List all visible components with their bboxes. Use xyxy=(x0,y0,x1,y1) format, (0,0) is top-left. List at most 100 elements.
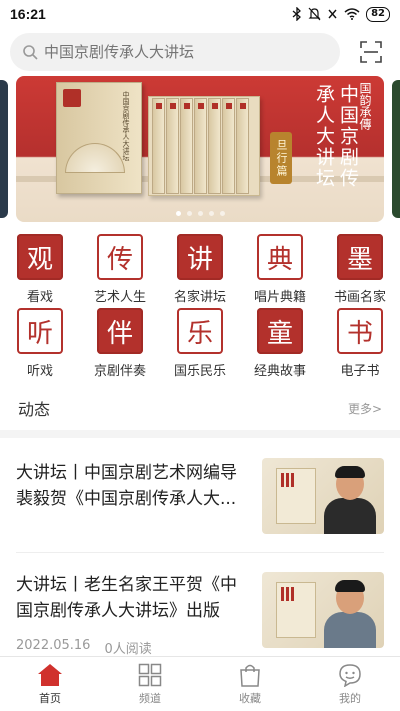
nav-profile[interactable]: 我的 xyxy=(300,657,400,711)
watch-seal-icon: 观 xyxy=(17,234,63,280)
book-spine xyxy=(194,98,207,194)
search-icon xyxy=(23,45,38,60)
category-label: 唱片典籍 xyxy=(253,290,306,305)
news-meta: 2022.05.16 0人阅读 xyxy=(16,638,248,657)
scan-icon xyxy=(360,41,382,63)
search-input[interactable] xyxy=(44,43,324,61)
battery-level: 82 xyxy=(371,8,385,19)
category-label: 艺术人生 xyxy=(93,290,146,305)
listen-seal-icon: 听 xyxy=(17,308,63,354)
banner-slide[interactable]: 中国京剧传承人大讲坛 旦行篇 中国京剧传承人大讲坛 国韵承傳 xyxy=(16,76,384,222)
thumb-book-image xyxy=(276,582,316,638)
category-watch-opera[interactable]: 观 看戏 xyxy=(0,232,80,306)
book-spine xyxy=(222,98,235,194)
nav-favorites[interactable]: 收藏 xyxy=(200,657,300,711)
ink-seal-icon: 墨 xyxy=(337,234,383,280)
carousel-dot[interactable] xyxy=(219,211,225,216)
wifi-icon xyxy=(344,8,360,20)
thumb-person-image xyxy=(322,578,378,648)
thumb-book-image xyxy=(276,468,316,524)
child-seal-icon: 童 xyxy=(257,308,303,354)
nav-home[interactable]: 首页 xyxy=(0,657,100,711)
battery-icon: 82 xyxy=(366,6,390,22)
sim-off-icon xyxy=(328,9,337,19)
status-bar: 16:21 82 xyxy=(0,0,400,28)
banner-title: 中国京剧传承人大讲坛 xyxy=(313,84,359,189)
search-row xyxy=(0,30,400,74)
nav-channels[interactable]: 频道 xyxy=(100,657,200,711)
status-time: 16:21 xyxy=(10,6,46,22)
classic-seal-icon: 典 xyxy=(257,234,303,280)
banner-book-cover: 中国京剧传承人大讲坛 xyxy=(56,82,142,194)
home-icon xyxy=(38,663,62,686)
banner-next-peek xyxy=(392,80,400,218)
carousel-dot[interactable] xyxy=(175,211,181,216)
category-grid: 观 看戏 传 艺术人生 讲 名家讲坛 典 唱片典籍 墨 书画名家 听 听戏 伴 … xyxy=(0,232,400,382)
category-label: 名家讲坛 xyxy=(173,290,226,305)
lecture-seal-icon: 讲 xyxy=(177,234,223,280)
category-label: 国乐民乐 xyxy=(173,364,226,379)
banner-logo: 国韵承傳 xyxy=(358,82,372,130)
book-spine xyxy=(208,98,221,194)
category-label: 京剧伴奏 xyxy=(93,364,146,379)
more-link[interactable]: 更多> xyxy=(348,400,382,417)
news-reads: 0人阅读 xyxy=(104,642,152,657)
category-label: 书画名家 xyxy=(333,290,386,305)
category-master-lecture[interactable]: 讲 名家讲坛 xyxy=(160,232,240,306)
thumb-person-image xyxy=(322,464,378,534)
carousel-dot[interactable] xyxy=(197,211,203,216)
banner-tag: 旦行篇 xyxy=(270,132,292,184)
search-bar[interactable] xyxy=(10,33,340,71)
news-separator xyxy=(16,552,384,553)
scan-button[interactable] xyxy=(358,39,384,65)
category-records[interactable]: 典 唱片典籍 xyxy=(240,232,320,306)
category-label: 电子书 xyxy=(340,364,380,379)
accompany-seal-icon: 伴 xyxy=(97,308,143,354)
feed-header: 动态 更多> xyxy=(0,386,400,430)
category-label: 看戏 xyxy=(26,290,53,305)
profile-icon xyxy=(339,663,361,687)
category-accompaniment[interactable]: 伴 京剧伴奏 xyxy=(80,306,160,382)
legacy-seal-icon: 传 xyxy=(97,234,143,280)
banner-prev-peek xyxy=(0,80,8,218)
news-date: 2022.05.16 xyxy=(16,638,91,653)
nav-label: 我的 xyxy=(339,691,361,705)
book-spine xyxy=(236,98,249,194)
section-title: 动态 xyxy=(18,400,51,419)
music-seal-icon: 乐 xyxy=(177,308,223,354)
news-item[interactable]: 大讲坛丨中国京剧艺术网编导裴毅贺《中国京剧传承人大... xyxy=(0,458,400,534)
nav-label: 收藏 xyxy=(239,691,261,705)
carousel-dots xyxy=(16,211,384,216)
category-calligraphy[interactable]: 墨 书画名家 xyxy=(320,232,400,306)
category-label: 听戏 xyxy=(26,364,53,379)
mute-icon xyxy=(308,7,321,21)
status-icons: 82 xyxy=(292,6,390,22)
news-thumbnail xyxy=(262,458,384,534)
carousel-dot[interactable] xyxy=(208,211,214,216)
news-title: 大讲坛丨中国京剧艺术网编导裴毅贺《中国京剧传承人大... xyxy=(16,463,237,509)
nav-label: 频道 xyxy=(139,691,161,705)
category-label: 经典故事 xyxy=(253,364,306,379)
book-seal-icon: 书 xyxy=(337,308,383,354)
book-seal-icon xyxy=(63,89,81,107)
book-spine xyxy=(152,98,165,194)
bag-icon xyxy=(240,664,260,687)
book-spine xyxy=(166,98,179,194)
news-item[interactable]: 大讲坛丨老生名家王平贺《中国京剧传承人大讲坛》出版 2022.05.16 0人阅… xyxy=(0,572,400,657)
category-ebooks[interactable]: 书 电子书 xyxy=(320,306,400,382)
section-divider xyxy=(0,430,400,438)
news-text: 大讲坛丨老生名家王平贺《中国京剧传承人大讲坛》出版 2022.05.16 0人阅… xyxy=(16,572,262,657)
category-folk-music[interactable]: 乐 国乐民乐 xyxy=(160,306,240,382)
bottom-nav: 首页 频道 收藏 我的 xyxy=(0,656,400,711)
book-spine xyxy=(180,98,193,194)
banner-carousel[interactable]: 中国京剧传承人大讲坛 旦行篇 中国京剧传承人大讲坛 国韵承傳 xyxy=(0,76,400,224)
category-classic-stories[interactable]: 童 经典故事 xyxy=(240,306,320,382)
category-listen-opera[interactable]: 听 听戏 xyxy=(0,306,80,382)
grid-icon xyxy=(138,663,162,686)
news-title: 大讲坛丨老生名家王平贺《中国京剧传承人大讲坛》出版 xyxy=(16,575,237,621)
category-art-life[interactable]: 传 艺术人生 xyxy=(80,232,160,306)
carousel-dot[interactable] xyxy=(186,211,192,216)
bluetooth-icon xyxy=(292,7,302,21)
news-thumbnail xyxy=(262,572,384,648)
news-text: 大讲坛丨中国京剧艺术网编导裴毅贺《中国京剧传承人大... xyxy=(16,458,262,534)
